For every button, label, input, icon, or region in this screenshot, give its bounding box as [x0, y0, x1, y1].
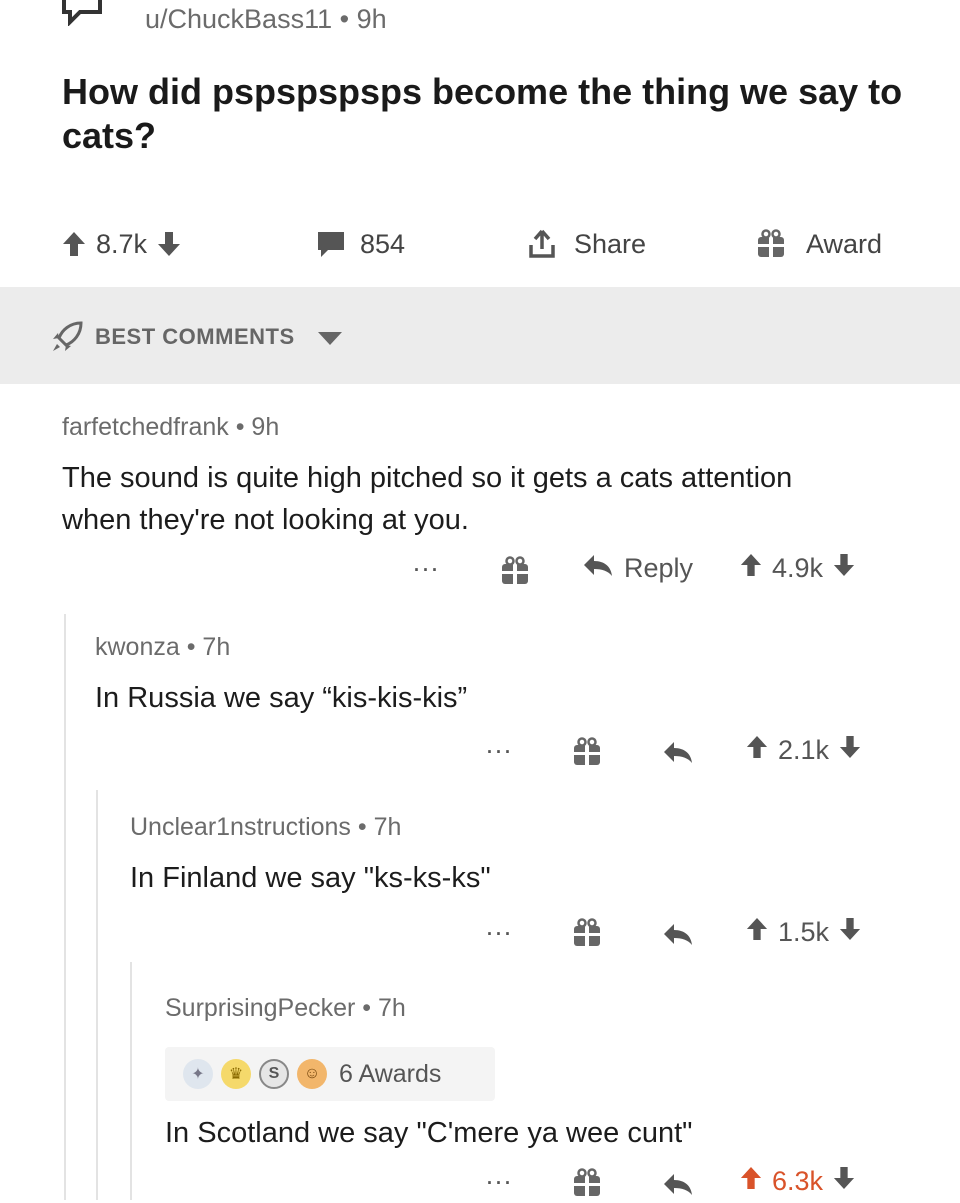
comment-author[interactable]: SurprisingPecker: [165, 994, 355, 1022]
comment-age: 7h: [373, 813, 402, 841]
upvote-arrow-icon[interactable]: [746, 735, 768, 766]
upvote-arrow-icon[interactable]: [62, 231, 86, 257]
more-dots-icon[interactable]: ···: [485, 917, 512, 948]
award-icon: ✦: [183, 1059, 213, 1089]
downvote-arrow-icon[interactable]: [157, 231, 181, 257]
post-meta: u/ChuckBass11 • 9h: [145, 4, 387, 35]
rocket-icon: [50, 320, 84, 359]
comment-count: 854: [360, 228, 406, 259]
comment-author[interactable]: farfetchedfrank: [62, 413, 229, 441]
comment-meta: farfetchedfrank • 9h: [62, 413, 280, 441]
gift-icon[interactable]: [572, 1168, 602, 1203]
post-score: 8.7k: [96, 228, 148, 259]
meta-dot: •: [339, 4, 357, 34]
comment-icon: [316, 230, 346, 258]
downvote-arrow-icon[interactable]: [839, 735, 861, 766]
downvote-arrow-icon[interactable]: [833, 553, 855, 584]
comment-score: 4.9k: [772, 553, 824, 583]
trophy-icon: ♛: [221, 1059, 251, 1089]
comment-body: In Scotland we say "C'mere ya wee cunt": [165, 1117, 693, 1149]
silver-coin-icon: S: [259, 1059, 289, 1089]
gift-icon[interactable]: [500, 556, 530, 591]
reply-label: Reply: [624, 553, 694, 583]
comments-button[interactable]: 854: [316, 226, 405, 262]
more-dots-icon[interactable]: ···: [485, 735, 512, 766]
speech-bubble-icon: [60, 0, 104, 27]
award-button[interactable]: Award: [756, 226, 882, 262]
downvote-arrow-icon[interactable]: [839, 917, 861, 948]
comment-meta: SurprisingPecker • 7h: [165, 994, 406, 1022]
upvote-arrow-icon[interactable]: [740, 553, 762, 584]
comment-age: 9h: [251, 413, 280, 441]
thread-line: [130, 962, 132, 1200]
comment-score: 6.3k: [772, 1166, 824, 1196]
comment-score: 1.5k: [778, 917, 830, 947]
more-dots-icon[interactable]: ···: [412, 553, 439, 584]
upvote-arrow-icon[interactable]: [746, 917, 768, 948]
gift-icon[interactable]: [572, 737, 602, 772]
awards-count: 6 Awards: [339, 1059, 442, 1088]
comment-body: In Russia we say “kis-kis-kis”: [95, 682, 468, 714]
comment-author[interactable]: Unclear1nstructions: [130, 813, 351, 841]
post-author[interactable]: u/ChuckBass11: [145, 4, 332, 34]
downvote-arrow-icon[interactable]: [833, 1166, 855, 1197]
comment-vote: 6.3k: [740, 1166, 855, 1197]
share-button[interactable]: Share: [528, 226, 646, 262]
comment-vote: 4.9k: [740, 553, 855, 584]
more-dots-icon[interactable]: ···: [485, 1166, 512, 1197]
sort-dropdown[interactable]: BEST COMMENTS: [95, 324, 295, 350]
awards-bar[interactable]: ✦ ♛ S ☺ 6 Awards: [165, 1047, 495, 1101]
comment-vote: 2.1k: [746, 735, 861, 766]
comment-body: In Finland we say "ks-ks-ks": [130, 862, 491, 894]
reply-arrow-icon[interactable]: [662, 922, 694, 951]
thread-line: [64, 614, 66, 1200]
reply-arrow-icon[interactable]: [662, 1172, 694, 1201]
comment-meta: Unclear1nstructions • 7h: [130, 813, 402, 841]
award-label: Award: [806, 228, 883, 259]
upvote-arrow-icon[interactable]: [740, 1166, 762, 1197]
comment-body: The sound is quite high pitched so it ge…: [62, 462, 793, 536]
post-age: 9h: [356, 4, 387, 34]
thread-line: [96, 790, 98, 1200]
comment-meta: kwonza • 7h: [95, 633, 231, 661]
comment-vote: 1.5k: [746, 917, 861, 948]
reply-button[interactable]: Reply: [582, 553, 693, 584]
post-vote: 8.7k: [62, 226, 181, 262]
post-title[interactable]: How did pspspspsps become the thing we s…: [62, 70, 912, 158]
reply-arrow-icon: [582, 553, 614, 584]
comment-score: 2.1k: [778, 735, 830, 765]
comment-age: 7h: [202, 633, 231, 661]
gift-icon[interactable]: [572, 918, 602, 953]
share-label: Share: [574, 228, 647, 259]
reply-arrow-icon[interactable]: [662, 740, 694, 769]
comment-age: 7h: [378, 994, 406, 1022]
share-icon: [528, 229, 556, 259]
chevron-down-icon[interactable]: [318, 332, 342, 351]
cat-award-icon: ☺: [297, 1059, 327, 1089]
gift-icon: [756, 229, 786, 259]
comment-author[interactable]: kwonza: [95, 633, 180, 661]
